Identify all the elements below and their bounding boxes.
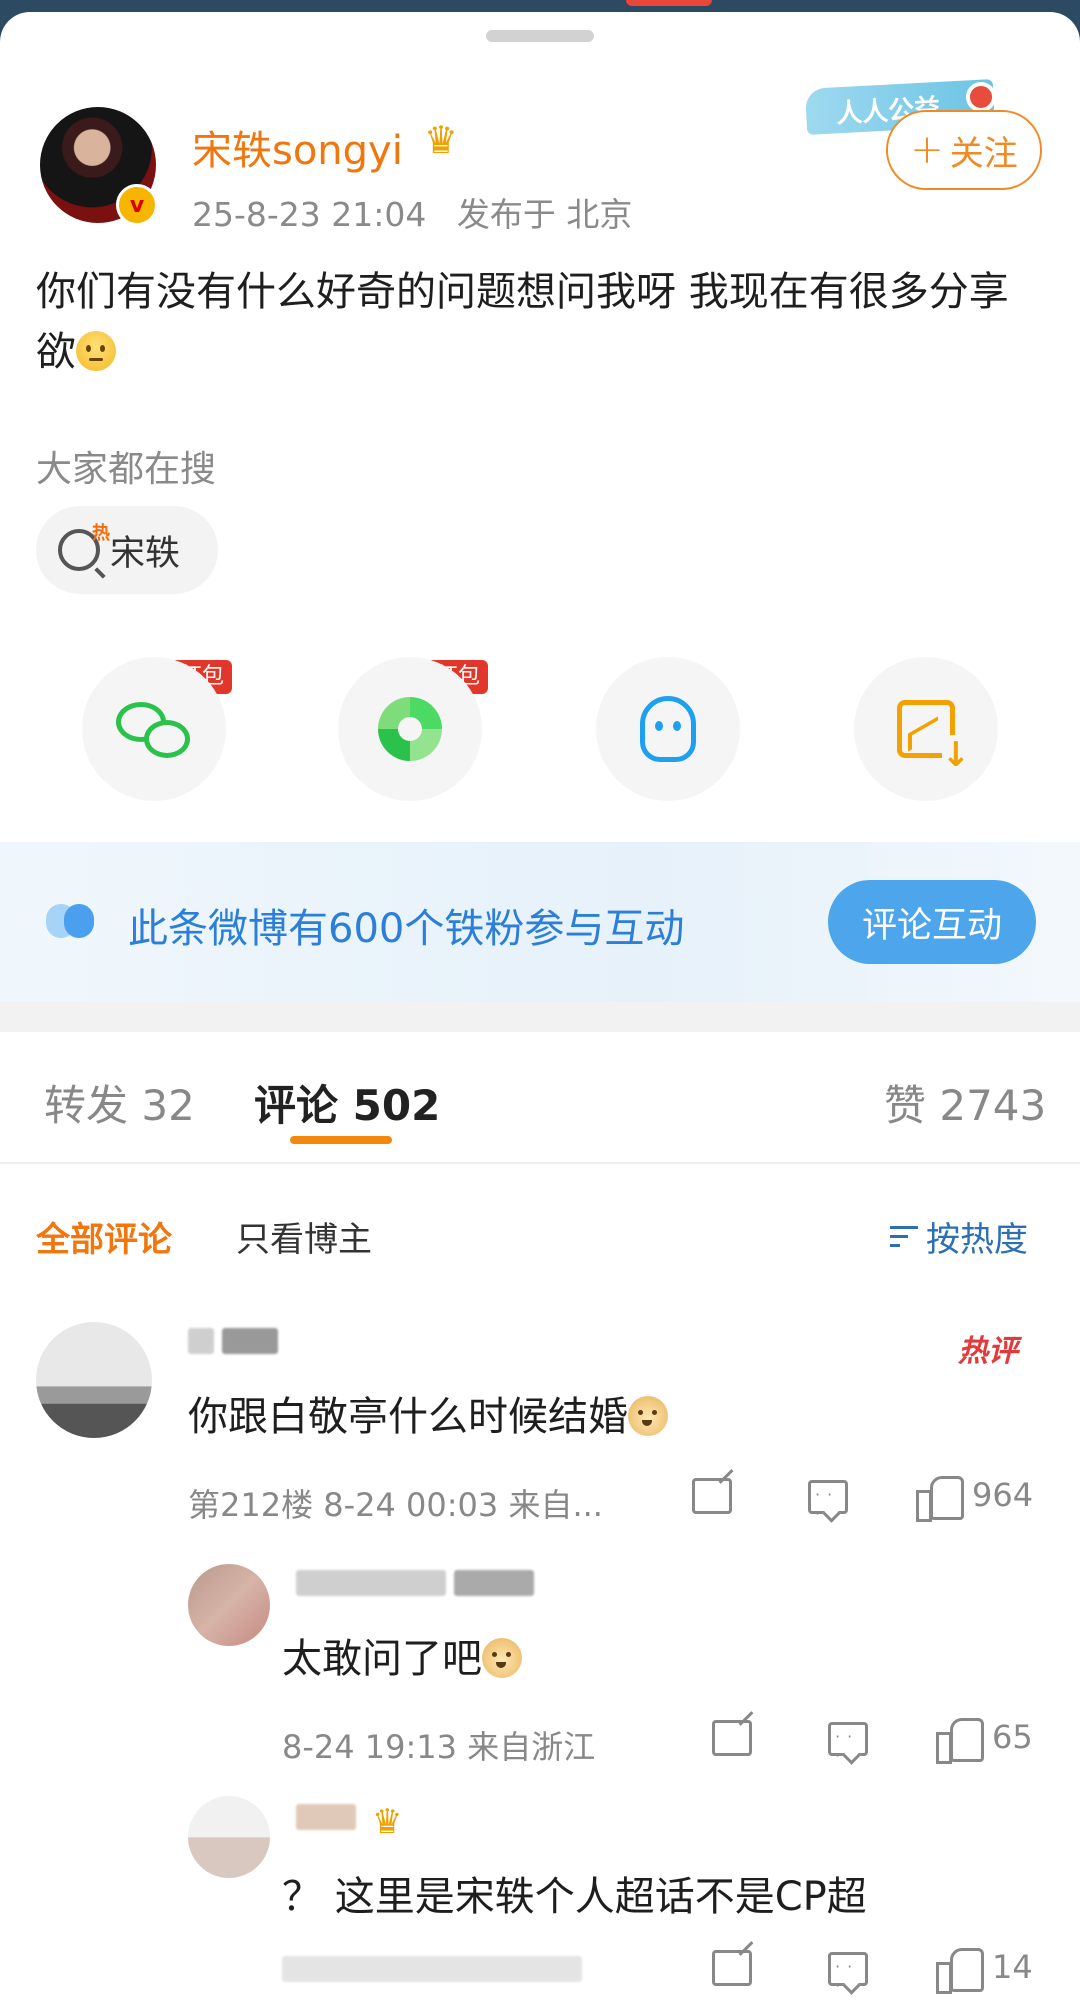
share-moments-button[interactable] [338, 657, 482, 801]
reply-avatar[interactable] [188, 1796, 270, 1878]
comment-reply-button[interactable] [808, 1480, 848, 1523]
comment-icon [808, 1480, 848, 1523]
like-count: 65 [992, 1718, 1033, 1756]
like-icon [936, 1716, 984, 1764]
reply-repost-button[interactable] [712, 1720, 752, 1756]
reply-like-button[interactable]: 65 [936, 1716, 1033, 1764]
like-count: 964 [972, 1476, 1034, 1514]
filter-all-comments[interactable]: 全部评论 [36, 1212, 172, 1261]
filter-owner-only[interactable]: 只看博主 [236, 1212, 372, 1261]
like-icon [916, 1474, 964, 1522]
section-divider [0, 1002, 1080, 1032]
save-image-icon [897, 700, 970, 775]
reply-avatar[interactable] [188, 1564, 270, 1646]
post-sheet: v 宋轶songyi ♛ 25-8-23 21:04 发布于 北京 人人公益 +… [0, 12, 1080, 2004]
search-chip-label: 宋轶 [110, 533, 181, 574]
plus-icon: + [910, 127, 944, 173]
repost-icon [692, 1478, 732, 1514]
fan-logo-icon [46, 904, 100, 938]
search-chip[interactable]: 热 宋轶 [36, 506, 218, 594]
doge-emoji-icon [628, 1396, 668, 1436]
post-location: 发布于 北京 [456, 195, 633, 234]
badge-dot-icon [966, 82, 996, 112]
tab-likes[interactable]: 赞 2743 [884, 1072, 1046, 1133]
repost-icon [712, 1950, 752, 1986]
comment-meta: 第212楼 8-24 00:03 来自... [188, 1486, 603, 1524]
reply-comment-button[interactable] [828, 1722, 868, 1765]
hot-search-icon: 热 [58, 523, 110, 571]
comment-interact-button[interactable]: 评论互动 [828, 880, 1036, 964]
reply-text: ？ 这里是宋轶个人超话不是CP超 [282, 1874, 867, 1920]
fan-banner-text: 此条微博有600个铁粉参与互动 [128, 906, 685, 952]
doge-emoji-icon [482, 1638, 522, 1678]
sort-icon [890, 1224, 920, 1250]
crown-icon: ♛ [424, 118, 459, 162]
crown-icon: ♛ [372, 1802, 403, 1842]
comment-repost-button[interactable] [692, 1478, 732, 1514]
reply-text: 太敢问了吧 [282, 1626, 522, 1684]
thinking-emoji-icon [76, 331, 116, 371]
comment-username[interactable] [188, 1328, 278, 1354]
share-qq-button[interactable] [596, 657, 740, 801]
reply-username[interactable] [296, 1570, 534, 1596]
comment-icon [828, 1722, 868, 1765]
comment-like-button[interactable]: 964 [916, 1474, 1034, 1522]
qq-icon [640, 696, 696, 762]
tab-active-indicator [290, 1136, 392, 1144]
comment-text: 你跟白敬亭什么时候结婚 [188, 1384, 668, 1442]
reply-username[interactable] [296, 1804, 356, 1830]
like-count: 14 [992, 1948, 1033, 1986]
tab-divider [0, 1162, 1080, 1164]
top-indicator [626, 0, 712, 6]
follow-label: 关注 [949, 133, 1018, 174]
reply-repost-button[interactable] [712, 1950, 752, 1986]
trending-search-label: 大家都在搜 [36, 449, 217, 490]
sort-by-hot-button[interactable]: 按热度 [890, 1212, 1028, 1261]
post-time: 25-8-23 21:04 [192, 195, 427, 234]
sort-label: 按热度 [926, 1220, 1028, 1260]
comment-avatar[interactable] [36, 1322, 152, 1438]
tab-comments[interactable]: 评论 502 [254, 1072, 440, 1133]
reply-meta: 8-24 19:13 来自浙江 [282, 1728, 596, 1766]
share-wechat-button[interactable] [82, 657, 226, 801]
post-text: 你们有没有什么好奇的问题想问我呀 我现在有很多分享欲 [36, 269, 1009, 375]
repost-icon [712, 1720, 752, 1756]
drag-handle[interactable] [486, 30, 594, 42]
hot-comment-badge: 热评 [958, 1334, 1018, 1369]
like-icon [936, 1946, 984, 1994]
fan-interaction-banner: 此条微博有600个铁粉参与互动 评论互动 [0, 842, 1080, 1002]
post-meta: 25-8-23 21:04 发布于 北京 [192, 188, 652, 236]
reply-meta-blurred [282, 1956, 582, 1982]
reply-comment-button[interactable] [828, 1952, 868, 1995]
tab-repost[interactable]: 转发 32 [44, 1072, 195, 1133]
verified-icon: v [116, 184, 158, 226]
author-name[interactable]: 宋轶songyi [192, 118, 403, 176]
reply-like-button[interactable]: 14 [936, 1946, 1033, 1994]
comment-text-content: 你跟白敬亭什么时候结婚 [188, 1394, 628, 1440]
comment-icon [828, 1952, 868, 1995]
reply-text-content: 太敢问了吧 [282, 1636, 482, 1682]
moments-icon [378, 697, 442, 761]
post-body: 你们有没有什么好奇的问题想问我呀 我现在有很多分享欲 [36, 262, 1046, 382]
wechat-icon [116, 698, 192, 760]
save-image-button[interactable] [854, 657, 998, 801]
follow-button[interactable]: + 关注 [886, 110, 1042, 190]
